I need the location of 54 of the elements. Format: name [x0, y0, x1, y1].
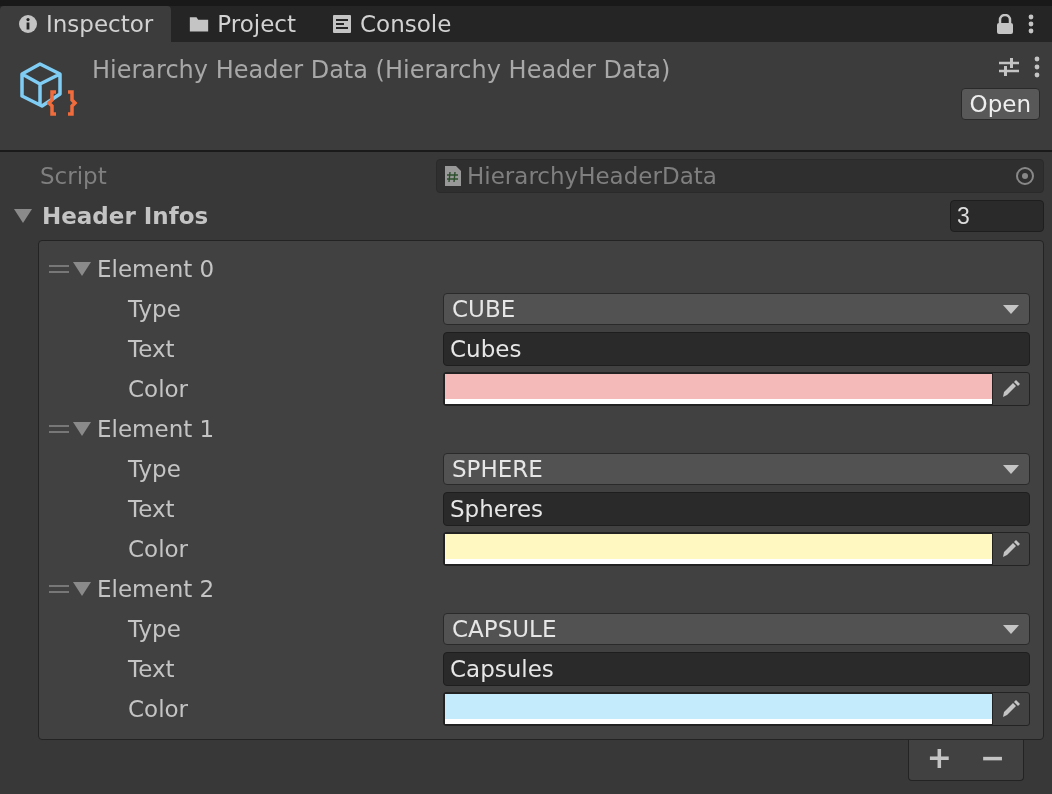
- csharp-file-icon: [445, 166, 461, 186]
- more-icon[interactable]: [1028, 14, 1034, 34]
- sliders-icon[interactable]: [998, 56, 1020, 78]
- text-field[interactable]: Cubes: [443, 332, 1030, 366]
- drag-handle-icon[interactable]: [49, 265, 69, 273]
- field-label: Text: [128, 336, 176, 362]
- remove-button[interactable]: −: [976, 739, 1010, 775]
- console-icon: [332, 14, 352, 34]
- field-label: Text: [128, 496, 176, 522]
- eyedropper-icon[interactable]: [1000, 378, 1022, 400]
- info-icon: [18, 14, 38, 34]
- more-icon[interactable]: [1034, 56, 1040, 78]
- field-label: Type: [128, 616, 182, 642]
- eyedropper-icon[interactable]: [1000, 538, 1022, 560]
- tab[interactable]: Inspector: [0, 6, 172, 42]
- caret-icon: [1003, 624, 1019, 634]
- drag-handle-icon[interactable]: [49, 425, 69, 433]
- caret-icon: [1003, 464, 1019, 474]
- list-label: Header Infos: [42, 203, 210, 229]
- foldout-arrow-icon[interactable]: [73, 582, 91, 596]
- count-field[interactable]: 3: [950, 200, 1044, 232]
- drag-handle-icon[interactable]: [49, 585, 69, 593]
- field-label: Type: [128, 296, 182, 322]
- type-dropdown[interactable]: SPHERE: [443, 453, 1030, 485]
- type-dropdown[interactable]: CAPSULE: [443, 613, 1030, 645]
- field-label: Script: [40, 163, 108, 189]
- element-label[interactable]: Element 2: [97, 576, 215, 602]
- target-icon[interactable]: [1015, 166, 1035, 186]
- foldout-arrow-icon[interactable]: [73, 262, 91, 276]
- eyedropper-icon[interactable]: [1000, 698, 1022, 720]
- field-label: Type: [128, 456, 182, 482]
- add-button[interactable]: +: [922, 739, 956, 775]
- element-label[interactable]: Element 1: [97, 416, 215, 442]
- field-label: Color: [128, 376, 190, 402]
- foldout-arrow-icon[interactable]: [14, 209, 32, 223]
- element-label[interactable]: Element 0: [97, 256, 215, 282]
- text-field[interactable]: Spheres: [443, 492, 1030, 526]
- field-label: Text: [128, 656, 176, 682]
- type-dropdown[interactable]: CUBE: [443, 293, 1030, 325]
- caret-icon: [1003, 304, 1019, 314]
- color-swatch[interactable]: [444, 373, 993, 405]
- field-label: Color: [128, 536, 190, 562]
- color-swatch[interactable]: [444, 693, 993, 725]
- field-label: Color: [128, 696, 190, 722]
- script-field[interactable]: HierarchyHeaderData: [436, 159, 1044, 193]
- lock-icon[interactable]: [996, 14, 1014, 34]
- folder-icon: [189, 14, 210, 34]
- foldout-arrow-icon[interactable]: [73, 422, 91, 436]
- text-field[interactable]: Capsules: [443, 652, 1030, 686]
- asset-title: Hierarchy Header Data (Hierarchy Header Data): [92, 56, 672, 86]
- tab[interactable]: Project: [171, 6, 314, 42]
- color-swatch[interactable]: [444, 533, 993, 565]
- tab[interactable]: Console: [314, 6, 470, 42]
- open-button[interactable]: Open: [960, 88, 1040, 120]
